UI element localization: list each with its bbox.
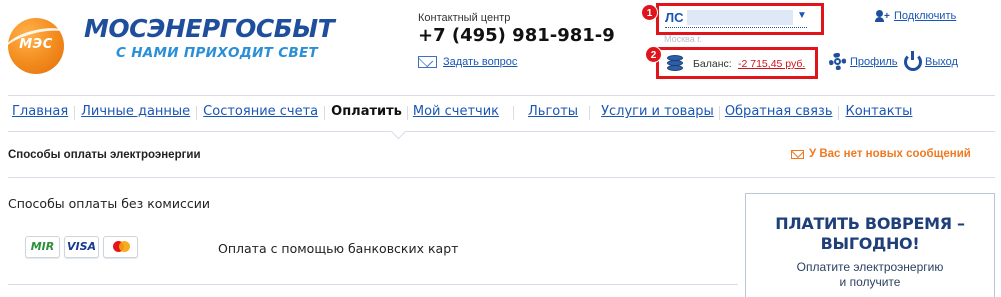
nav-divider — [74, 106, 76, 120]
contact-phone[interactable]: +7 (495) 981-981-9 — [418, 25, 615, 46]
nav-item-contacts[interactable]: Контакты — [845, 104, 912, 124]
gear-icon — [829, 53, 846, 70]
logo-emblem-text: МЭС — [19, 37, 53, 52]
promo-text-line-1: Оплатите электроэнергию — [796, 260, 944, 274]
card-logos: MIR VISA — [25, 236, 138, 258]
pay-method-card[interactable]: Оплата с помощью банковских карт — [218, 241, 458, 256]
page-title: Способы оплаты электроэнергии — [8, 149, 201, 161]
ask-question[interactable]: Задать вопрос — [418, 56, 517, 68]
chevron-down-icon[interactable]: ▼ — [797, 10, 807, 21]
divider — [8, 284, 738, 285]
connect-link[interactable]: Подключить — [894, 10, 956, 22]
divider — [8, 177, 995, 178]
main-nav: Главная Личные данные Состояние счета Оп… — [8, 104, 912, 124]
ask-question-link[interactable]: Задать вопрос — [443, 56, 517, 68]
connect-account[interactable]: + Подключить — [875, 10, 956, 22]
nav-item-personal-data[interactable]: Личные данные — [81, 104, 190, 124]
nav-item-services[interactable]: Услуги и товары — [601, 104, 714, 124]
account-city: Москва г. — [664, 34, 702, 44]
logout[interactable]: Выход — [904, 51, 958, 71]
logout-link[interactable]: Выход — [925, 56, 958, 68]
nav-item-my-meter[interactable]: Мой счетчик — [413, 104, 499, 124]
nav-item-pay[interactable]: Оплатить — [331, 104, 402, 124]
promo-headline: ПЛАТИТЬ ВОВРЕМЯ – ВЫГОДНО! — [746, 214, 994, 254]
nav-divider — [324, 106, 326, 120]
promo-text: Оплатите электроэнергию и получите — [746, 260, 994, 290]
nav-bottom-border — [8, 131, 995, 132]
contact-center: Контактный центр +7 (495) 981-981-9 — [418, 12, 615, 46]
nav-divider — [589, 106, 591, 120]
profile-link[interactable]: Профиль — [850, 56, 898, 68]
nav-item-benefits[interactable]: Льготы — [528, 104, 578, 124]
nav-item-home[interactable]: Главная — [12, 104, 68, 124]
visa-card-icon: VISA — [64, 236, 99, 258]
contact-label: Контактный центр — [418, 12, 511, 24]
brand-name: МОСЭНЕРГОСБЫТ — [84, 14, 335, 43]
account-label: ЛС — [665, 10, 684, 25]
annotation-badge-2: 2 — [645, 46, 662, 63]
add-user-icon: + — [875, 10, 890, 22]
nav-divider — [406, 106, 408, 120]
promo-banner[interactable]: ПЛАТИТЬ ВОВРЕМЯ – ВЫГОДНО! Оплатите элек… — [745, 193, 995, 297]
section-title: Способы оплаты без комиссии — [8, 196, 210, 211]
messages-notice[interactable]: У Вас нет новых сообщений — [791, 148, 971, 160]
nav-top-border — [8, 95, 995, 96]
promo-text-line-2: и получите — [839, 275, 901, 289]
brand-slogan: С НАМИ ПРИХОДИТ СВЕТ — [116, 45, 319, 61]
mastercard-icon — [103, 236, 138, 258]
nav-item-feedback[interactable]: Обратная связь — [725, 104, 833, 124]
balance-box: Баланс: -2 715,45 руб. — [656, 47, 818, 79]
mail-icon — [418, 56, 437, 68]
balance-value-link[interactable]: -2 715,45 руб. — [738, 58, 805, 70]
account-selector[interactable]: ЛС ▼ — [656, 3, 824, 35]
profile[interactable]: Профиль — [829, 53, 898, 70]
account-dropdown-underline — [665, 27, 807, 28]
nav-divider — [513, 106, 515, 120]
nav-divider — [196, 106, 198, 120]
nav-divider — [718, 106, 720, 120]
messages-text[interactable]: У Вас нет новых сообщений — [809, 148, 971, 160]
coins-icon — [667, 53, 683, 73]
site-logo[interactable]: МЭС МОСЭНЕРГОСБЫТ С НАМИ ПРИХОДИТ СВЕТ — [0, 6, 346, 76]
logo-emblem: МЭС — [0, 18, 75, 74]
envelope-icon — [791, 149, 804, 159]
account-number-redacted — [687, 10, 793, 25]
promo-headline-line-2: ВЫГОДНО! — [820, 234, 920, 253]
balance-label: Баланс: — [693, 58, 732, 70]
power-icon — [904, 51, 922, 71]
active-tab-pointer — [390, 123, 407, 140]
nav-item-account-status[interactable]: Состояние счета — [203, 104, 318, 124]
mir-card-icon: MIR — [25, 236, 60, 258]
annotation-badge-1: 1 — [641, 4, 658, 21]
promo-headline-line-1: ПЛАТИТЬ ВОВРЕМЯ – — [775, 214, 965, 233]
nav-divider — [838, 106, 840, 120]
